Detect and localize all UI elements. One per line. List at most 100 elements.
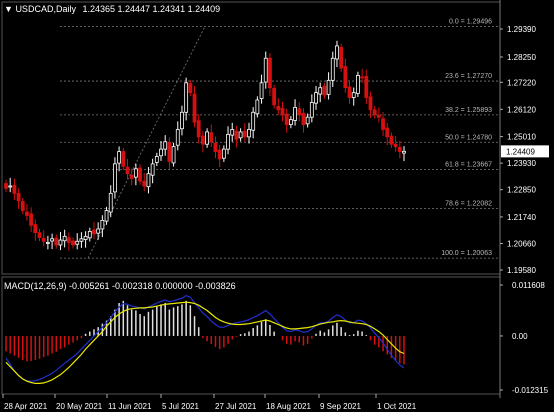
fib-level-label: 0.0 = 1.29496 bbox=[449, 18, 492, 25]
price-tick-label: 1.23930 bbox=[507, 159, 536, 168]
current-price-label: 1.24409 bbox=[506, 147, 535, 156]
candle bbox=[196, 120, 201, 138]
price-tick-label: 1.21740 bbox=[507, 213, 536, 222]
fib-level-label: 61.8 = 1.23667 bbox=[445, 162, 492, 169]
time-tick-label: 1 Oct 2021 bbox=[377, 402, 417, 411]
macd-tick-label: -0.012315 bbox=[512, 386, 549, 395]
candle bbox=[326, 79, 331, 95]
time-tick-label: 5 Jul 2021 bbox=[162, 402, 199, 411]
candle bbox=[389, 135, 394, 145]
candle bbox=[96, 228, 101, 234]
candle bbox=[133, 168, 138, 178]
candle bbox=[33, 224, 38, 234]
candle bbox=[385, 127, 390, 138]
candle bbox=[280, 107, 285, 116]
candle bbox=[381, 118, 385, 130]
candle bbox=[251, 111, 256, 131]
time-tick-label: 20 May 2021 bbox=[56, 402, 103, 411]
time-tick-label: 11 Jun 2021 bbox=[108, 402, 152, 411]
candle bbox=[4, 183, 8, 189]
candle bbox=[372, 109, 377, 116]
candle bbox=[318, 87, 323, 95]
candle bbox=[92, 229, 96, 235]
candle bbox=[163, 141, 168, 150]
candle bbox=[117, 151, 122, 164]
price-tick-label: 1.28250 bbox=[507, 53, 536, 62]
time-tick-label: 28 Apr 2021 bbox=[4, 402, 48, 411]
candle bbox=[397, 147, 402, 152]
fib-level-label: 50.0 = 1.24780 bbox=[445, 134, 492, 141]
macd-tick-label: 0.011608 bbox=[512, 281, 545, 290]
price-tick-label: 1.19580 bbox=[507, 266, 536, 275]
candle bbox=[351, 92, 356, 98]
candle bbox=[276, 105, 281, 111]
candle bbox=[393, 143, 398, 148]
candle bbox=[221, 148, 226, 159]
candle bbox=[125, 166, 130, 175]
candle bbox=[343, 66, 348, 89]
candle bbox=[113, 163, 117, 193]
candle bbox=[301, 112, 306, 125]
candle bbox=[263, 57, 268, 83]
candle bbox=[154, 156, 159, 163]
candle bbox=[25, 211, 29, 216]
candle bbox=[159, 148, 163, 157]
candle bbox=[167, 142, 172, 162]
time-tick-label: 27 Jul 2021 bbox=[215, 402, 257, 411]
candle bbox=[234, 130, 239, 140]
candle bbox=[180, 111, 184, 130]
candle bbox=[100, 219, 105, 230]
price-tick-label: 1.22850 bbox=[507, 186, 536, 195]
macd-panel-border bbox=[1, 276, 501, 395]
candle bbox=[66, 237, 71, 243]
main-panel-border bbox=[1, 1, 501, 275]
chart-window[interactable]: 1.29390 1.28250 1.27220 1.26120 1.25010 1.239… bbox=[0, 0, 554, 412]
candle bbox=[238, 131, 243, 139]
fib-level-label: 100.0 = 1.20063 bbox=[441, 250, 492, 257]
price-tick-label: 1.29390 bbox=[507, 25, 536, 34]
candle bbox=[322, 85, 327, 96]
candle bbox=[205, 131, 209, 145]
dropdown-arrow-icon[interactable]: ▼ bbox=[4, 4, 13, 14]
candle bbox=[201, 135, 205, 145]
candle bbox=[288, 119, 293, 125]
candle bbox=[121, 151, 126, 167]
candle bbox=[339, 47, 344, 69]
time-tick-label: 9 Sep 2021 bbox=[320, 402, 361, 411]
candle bbox=[146, 173, 151, 188]
price-tick-label: 1.27220 bbox=[507, 78, 536, 87]
candle bbox=[142, 180, 147, 187]
candle bbox=[175, 129, 180, 146]
candle bbox=[54, 237, 59, 246]
candle bbox=[226, 133, 230, 150]
candle bbox=[297, 108, 302, 116]
candle bbox=[213, 142, 218, 152]
candle bbox=[209, 132, 214, 143]
candle bbox=[268, 57, 272, 89]
price-tick-label: 1.20660 bbox=[507, 239, 536, 248]
candle bbox=[79, 238, 84, 242]
ohlc-values: 1.24365 1.24447 1.24341 1.24409 bbox=[82, 4, 221, 14]
candle bbox=[356, 75, 360, 94]
candle bbox=[305, 116, 310, 125]
candle bbox=[41, 237, 46, 242]
candle bbox=[217, 149, 222, 160]
candle bbox=[20, 201, 25, 211]
candle bbox=[58, 239, 63, 246]
candle bbox=[242, 130, 247, 138]
fib-level-label: 23.6 = 1.27270 bbox=[445, 73, 492, 80]
candle bbox=[184, 82, 189, 113]
candle bbox=[138, 167, 142, 182]
candle bbox=[284, 113, 289, 125]
candle bbox=[45, 242, 50, 244]
candle bbox=[50, 238, 54, 242]
macd-header: MACD(12,26,9) -0.005261 -0.002318 0.0000… bbox=[4, 281, 236, 291]
candle bbox=[192, 93, 197, 123]
candle bbox=[259, 82, 264, 99]
candle bbox=[129, 174, 134, 180]
price-tick-label: 1.26120 bbox=[507, 105, 536, 114]
candle bbox=[247, 129, 251, 138]
candle bbox=[364, 76, 369, 98]
chart-canvas[interactable]: 1.29390 1.28250 1.27220 1.26120 1.25010 1.239… bbox=[0, 0, 554, 412]
candle bbox=[255, 99, 260, 115]
